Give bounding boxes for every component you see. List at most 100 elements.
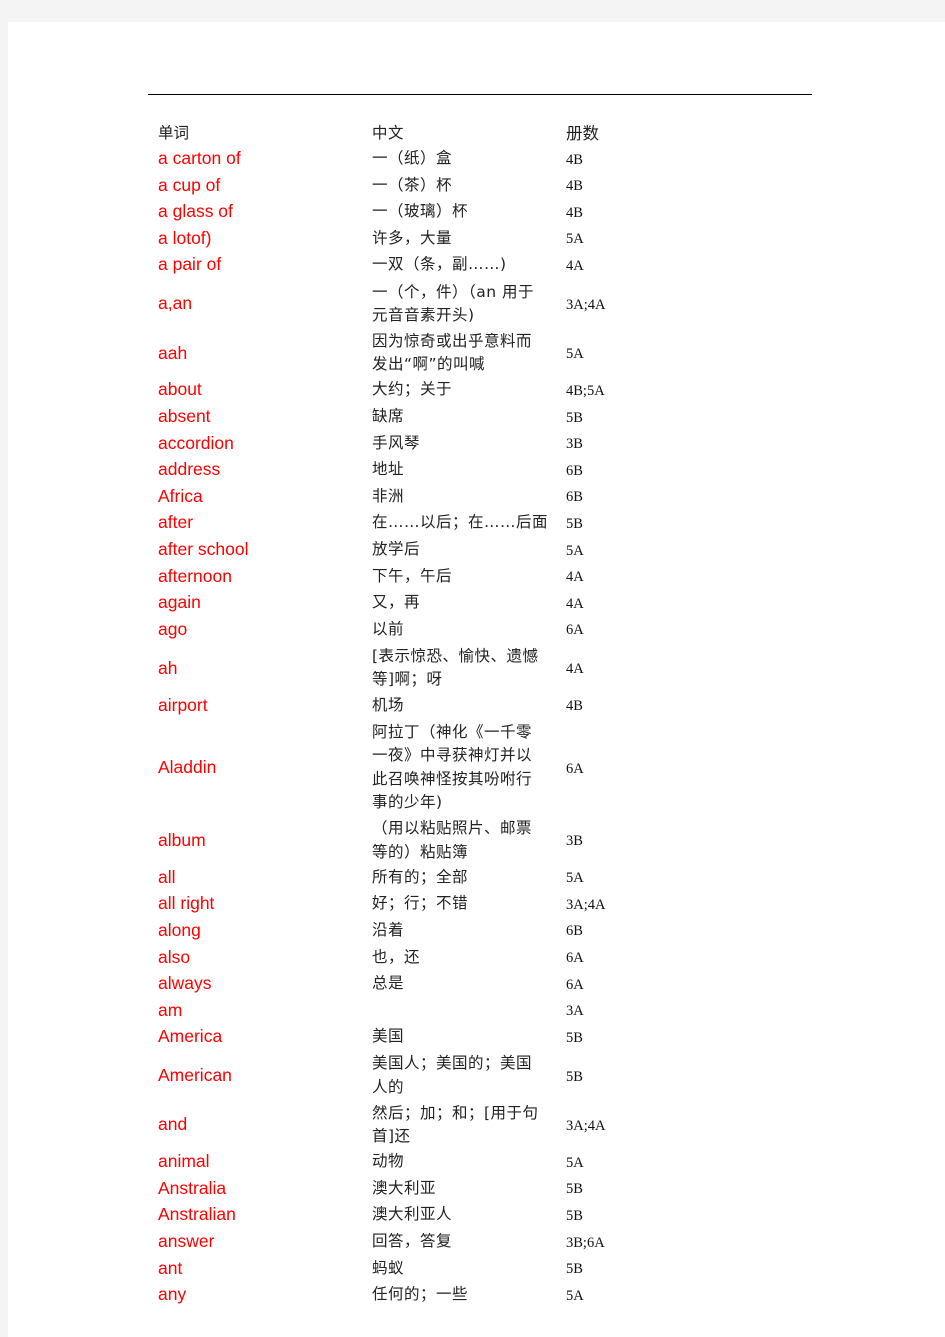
word-cell: and — [158, 1114, 188, 1135]
chinese-line: 然后；加；和；[用于句 — [372, 1103, 539, 1122]
chinese-line: 一（玻璃）杯 — [372, 202, 469, 221]
table-row: along 沿着 6B — [158, 917, 718, 944]
chinese-line: 缺席 — [372, 407, 405, 426]
word-cell: album — [158, 829, 206, 850]
chinese-cell: 地址 — [372, 458, 566, 482]
chinese-line: 澳大利亚人 — [372, 1205, 453, 1224]
chinese-line: 手风琴 — [372, 433, 421, 452]
vocabulary-table: 单词 中文 册数 a carton of 一（纸）盒 4B a cup of 一（茶）杯… — [158, 122, 718, 1308]
word-cell: Anstralia — [158, 1177, 227, 1198]
word-cell: address — [158, 459, 221, 480]
book-cell: 5B — [566, 1029, 583, 1046]
chinese-line: 美国 — [372, 1027, 405, 1046]
table-row: a lotof) 许多，大量 5A — [158, 225, 718, 252]
chinese-cell: 总是 — [372, 972, 566, 996]
book-cell: 6A — [566, 760, 584, 777]
word-cell: am — [158, 999, 183, 1020]
book-cell: 5A — [566, 870, 584, 887]
table-row: and 然后；加；和；[用于句 首]还 3A;4A — [158, 1102, 718, 1149]
word-cell: ant — [158, 1257, 183, 1278]
book-cell: 5B — [566, 1261, 583, 1278]
table-row: again 又，再 4A — [158, 590, 718, 617]
chinese-cell: 以前 — [372, 618, 566, 642]
chinese-cell: 非洲 — [372, 485, 566, 509]
chinese-line: 也，还 — [372, 947, 421, 966]
table-row: album （用以粘贴照片、邮票 等的）粘贴簿 3B — [158, 817, 718, 864]
word-cell: along — [158, 919, 201, 940]
table-row: a cup of 一（茶）杯 4B — [158, 172, 718, 199]
chinese-line: 许多，大量 — [372, 228, 453, 247]
table-row: any 任何的；一些 5A — [158, 1282, 718, 1309]
word-cell: a glass of — [158, 201, 233, 222]
table-row: aah 因为惊奇或出乎意料而 发出“啊”的叫喊 5A — [158, 330, 718, 377]
chinese-cell: 澳大利亚 — [372, 1177, 566, 1201]
chinese-line: 在……以后；在……后面 — [372, 513, 549, 532]
book-cell: 4B — [566, 178, 583, 195]
chinese-line: 一（茶）杯 — [372, 175, 453, 194]
chinese-line: [表示惊恐、愉快、遗憾 — [372, 646, 539, 665]
chinese-line: 人的 — [372, 1077, 405, 1096]
chinese-line: 又，再 — [372, 593, 421, 612]
chinese-cell: 沿着 — [372, 919, 566, 943]
chinese-cell: 回答，答复 — [372, 1230, 566, 1254]
chinese-cell: 缺席 — [372, 405, 566, 429]
chinese-line: 放学后 — [372, 540, 421, 558]
word-cell: after school — [158, 539, 249, 559]
book-cell: 3A;4A — [566, 1117, 606, 1134]
chinese-cell: 一（纸）盒 — [372, 147, 566, 171]
chinese-line: 美国人；美国的；美国 — [372, 1054, 533, 1073]
table-row: a,an 一（个，件）（an 用于 元音音素开头) 3A;4A — [158, 281, 718, 328]
chinese-cell — [372, 999, 566, 1023]
book-cell: 3B;6A — [566, 1234, 605, 1251]
book-cell: 5A — [566, 1154, 584, 1171]
table-row: am 3A — [158, 997, 718, 1024]
table-row: after school 放学后 5A — [158, 537, 718, 564]
chinese-cell: 一（玻璃）杯 — [372, 200, 566, 224]
word-cell: all — [158, 866, 176, 887]
book-cell: 4B — [566, 204, 583, 221]
table-row: absent 缺席 5B — [158, 404, 718, 431]
word-cell: airport — [158, 694, 208, 715]
chinese-cell: 阿拉丁（神化《一千零 一夜》中寻获神灯并以 此召唤神怪按其吩咐行 事的少年) — [372, 721, 566, 815]
table-header-row: 单词 中文 册数 — [158, 122, 718, 146]
word-cell: American — [158, 1065, 232, 1086]
word-cell: all right — [158, 893, 215, 914]
book-cell: 5B — [566, 1068, 583, 1085]
chinese-cell: 美国人；美国的；美国 人的 — [372, 1052, 566, 1099]
word-cell: Aladdin — [158, 757, 217, 778]
word-cell: ah — [158, 657, 178, 678]
table-row: ant 蚂蚁 5B — [158, 1255, 718, 1282]
chinese-cell: 好；行；不错 — [372, 892, 566, 916]
chinese-line: 澳大利亚 — [372, 1178, 437, 1197]
book-cell: 6A — [566, 950, 584, 966]
chinese-line: 所有的；全部 — [372, 867, 469, 886]
word-cell: after — [158, 512, 194, 533]
chinese-line: 此召唤神怪按其吩咐行 — [372, 769, 533, 788]
table-row: afternoon 下午，午后 4A — [158, 563, 718, 590]
chinese-cell: 机场 — [372, 694, 566, 718]
book-cell: 3A — [566, 1003, 584, 1020]
chinese-line: 一（个，件）（an 用于 — [372, 282, 534, 301]
book-cell: 6B — [566, 462, 583, 479]
word-cell: aah — [158, 342, 188, 363]
chinese-cell: 蚂蚁 — [372, 1257, 566, 1281]
chinese-cell: 一（个，件）（an 用于 元音音素开头) — [372, 281, 566, 328]
book-cell: 4B — [566, 151, 583, 168]
word-cell: accordion — [158, 432, 234, 453]
table-row: Anstralia 澳大利亚 5B — [158, 1175, 718, 1202]
chinese-line: 下午，午后 — [372, 566, 453, 585]
word-cell: again — [158, 592, 201, 613]
table-row: always 总是 6A — [158, 971, 718, 998]
word-cell: ago — [158, 618, 188, 639]
book-cell: 3B — [566, 436, 583, 453]
table-row: ah [表示惊恐、愉快、遗憾 等]啊；呀 4A — [158, 645, 718, 692]
book-cell: 5B — [566, 1181, 583, 1198]
chinese-line: 一双（条，副……) — [372, 255, 507, 274]
book-cell: 6A — [566, 622, 584, 639]
chinese-line: 因为惊奇或出乎意料而 — [372, 331, 533, 350]
word-cell: afternoon — [158, 565, 232, 586]
header-rule — [148, 94, 812, 95]
book-cell: 5A — [566, 542, 584, 559]
chinese-line: 回答，答复 — [372, 1232, 453, 1251]
book-cell: 4B;5A — [566, 382, 605, 399]
